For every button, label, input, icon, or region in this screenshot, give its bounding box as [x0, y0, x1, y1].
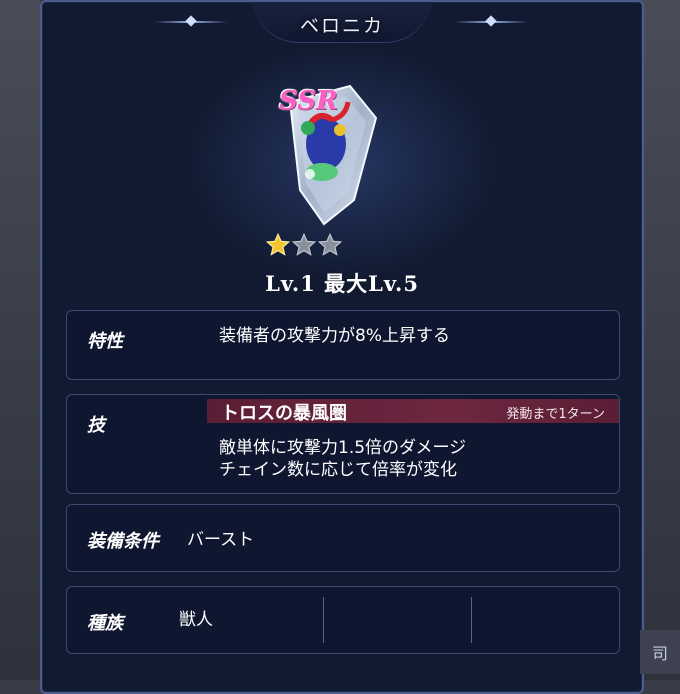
star-empty-icon [291, 232, 317, 256]
trait-section: 特性 装備者の攻撃力が8%上昇する [66, 310, 620, 380]
background-right [640, 0, 680, 680]
skill-label: 技 [87, 415, 105, 436]
skill-turn-count: 発動まで1ターン [506, 407, 605, 422]
side-tab-label: 司 [651, 644, 668, 663]
trait-label: 特性 [87, 331, 123, 352]
skill-name: トロスの暴風圏 [221, 403, 347, 424]
page-title: ベロニカ [299, 14, 384, 37]
level-text: Lv.1 最大Lv.5 [265, 271, 419, 296]
skill-desc-line2: チェイン数に応じて倍率が変化 [219, 460, 457, 480]
race-label: 種族 [87, 613, 123, 634]
side-tab[interactable]: 司 [640, 630, 680, 674]
race-section: 種族 獣人 [66, 586, 620, 654]
race-divider-1 [323, 597, 324, 643]
star-filled-icon [265, 232, 291, 256]
race-divider-2 [471, 597, 472, 643]
star-empty-icon [317, 232, 343, 256]
equip-condition-label: 装備条件 [87, 531, 159, 552]
skill-section: 技 トロスの暴風圏 発動まで1ターン 敵単体に攻撃力1.5倍のダメージ チェイン… [66, 394, 620, 494]
trait-text: 装備者の攻撃力が8%上昇する [219, 326, 450, 346]
rarity-badge: SSR [279, 86, 338, 116]
race-value: 獣人 [179, 610, 213, 630]
background-left [0, 0, 40, 680]
equip-condition-section: 装備条件 バースト [66, 504, 620, 572]
item-detail-panel: ベロニカ SSR Lv.1 最大Lv.5 特性 装備者の攻撃力が8%上昇する 技… [40, 0, 644, 694]
star-rating [265, 232, 343, 258]
equip-condition-value: バースト [187, 530, 255, 550]
